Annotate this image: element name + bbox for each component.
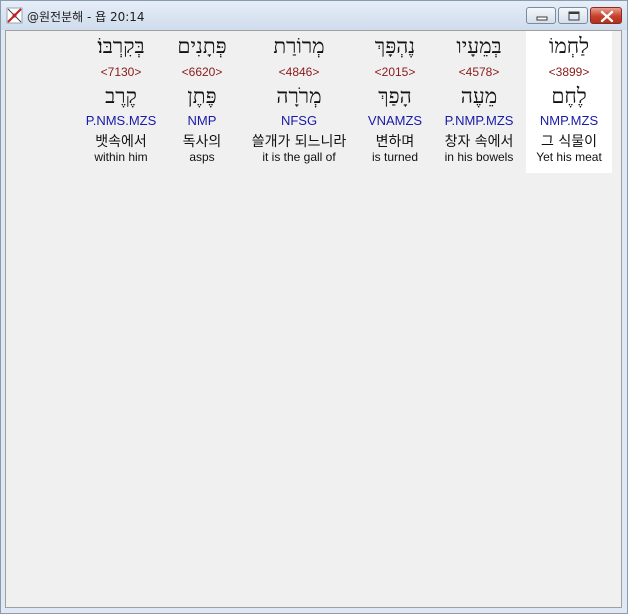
strong-number[interactable]: <4846>: [244, 65, 354, 79]
app-compass-icon: [6, 7, 23, 24]
word-column-3[interactable]: נֶהְפָּךְ <2015> הָפַךְ VNAMZS 변하며 is tu…: [340, 31, 450, 173]
english-gloss: it is the gall of: [262, 150, 336, 164]
minimize-button[interactable]: [526, 7, 556, 24]
close-button[interactable]: [590, 7, 622, 24]
parsing-code: P.NMS.MZS: [85, 113, 157, 128]
minimize-icon: [536, 16, 548, 21]
english-gloss: within him: [94, 150, 148, 164]
korean-gloss: 뱃속에서: [95, 134, 147, 150]
hebrew-word: מְרוֹרַת: [273, 34, 325, 58]
hebrew-word: בְּקִרְבּוֹ׃: [97, 34, 145, 58]
maximize-button[interactable]: [558, 7, 588, 24]
app-window: @원전분해 - 욥 20:14 לַחְמוֹ <3899> לֶחֶם NMP…: [0, 0, 628, 614]
strong-number[interactable]: <7130>: [66, 65, 176, 79]
strong-number[interactable]: <2015>: [340, 65, 450, 79]
title-bar[interactable]: @원전분해 - 욥 20:14: [1, 1, 627, 30]
parsing-code: VNAMZS: [367, 113, 423, 128]
hebrew-word: נֶהְפָּךְ: [374, 34, 416, 58]
korean-gloss: 변하며: [375, 134, 415, 150]
close-icon: [600, 10, 614, 23]
hebrew-lemma: מְרֹרָה: [276, 84, 322, 108]
word-column-6[interactable]: בְּקִרְבּוֹ׃ <7130> קֶרֶב P.NMS.MZS 뱃속에서…: [66, 31, 176, 173]
maximize-icon: [568, 11, 580, 21]
english-gloss: is turned: [371, 150, 419, 164]
content-area: לַחְמוֹ <3899> לֶחֶם NMP.MZS 그 식물이 Yet h…: [5, 30, 622, 608]
parsing-code: NFSG: [280, 113, 318, 128]
window-title: @원전분해 - 욥 20:14: [27, 10, 145, 24]
korean-gloss: 쓸개가 되느니라: [251, 134, 347, 150]
hebrew-lemma: הָפַךְ: [378, 84, 412, 108]
hebrew-lemma: קֶרֶב: [105, 84, 137, 108]
word-column-4[interactable]: מְרוֹרַת <4846> מְרֹרָה NFSG 쓸개가 되느니라 it…: [244, 31, 354, 173]
